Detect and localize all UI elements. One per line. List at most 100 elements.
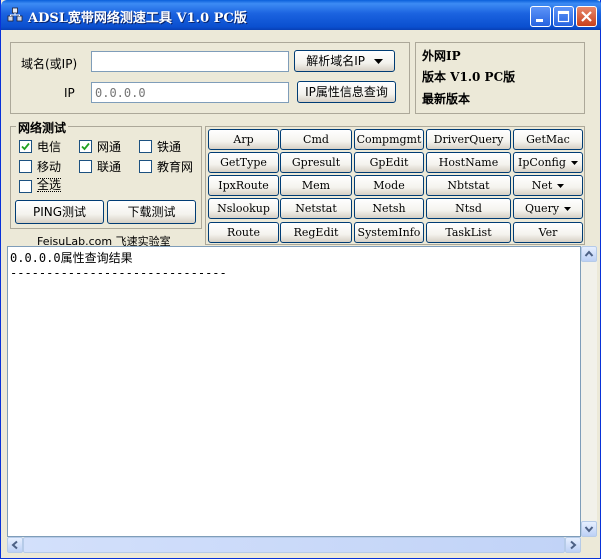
cmd-button-label: Arp <box>233 133 254 146</box>
cmd-button-net[interactable]: Net <box>513 175 583 196</box>
app-window: ADSL宽带网络测速工具 V1.0 PC版 域名(或IP) 解析域名IP IP … <box>0 0 601 559</box>
cmd-button-label: Net <box>531 179 553 192</box>
close-button[interactable] <box>576 6 597 27</box>
checkmark-icon <box>21 142 30 151</box>
title-bar[interactable]: ADSL宽带网络测速工具 V1.0 PC版 <box>1 0 601 30</box>
cmd-button-ipxroute[interactable]: IpxRoute <box>208 175 279 196</box>
checkmark-icon <box>81 142 90 151</box>
cmd-button-label: RegEdit <box>293 226 339 239</box>
external-ip-label: 外网IP <box>422 49 461 63</box>
cmd-button-getmac[interactable]: GetMac <box>513 129 583 150</box>
scroll-up-button[interactable] <box>581 246 597 262</box>
vertical-scrollbar[interactable] <box>581 246 597 537</box>
cmd-button-label: Mode <box>373 179 405 192</box>
dropdown-arrow-icon <box>373 59 383 64</box>
minimize-icon <box>536 19 543 22</box>
cmd-button-label: DriverQuery <box>433 133 504 146</box>
cmd-button-label: Ntsd <box>455 202 482 215</box>
dropdown-arrow-icon <box>570 161 578 165</box>
checkbox-option-6[interactable] <box>19 180 32 193</box>
chevron-up-icon <box>584 250 594 257</box>
cmd-button-label: GpEdit <box>369 156 409 169</box>
network-test-title: 网络测试 <box>16 119 69 136</box>
cmd-button-label: GetType <box>220 156 267 169</box>
scroll-down-button[interactable] <box>581 521 597 537</box>
window-title: ADSL宽带网络测速工具 V1.0 PC版 <box>28 11 247 26</box>
checkbox-option-label: 铁通 <box>157 140 182 154</box>
domain-label: 域名(或IP) <box>21 57 78 71</box>
cmd-button-ver[interactable]: Ver <box>513 222 583 243</box>
cmd-button-arp[interactable]: Arp <box>208 129 279 150</box>
chevron-left-icon <box>11 540 18 550</box>
resolve-domain-button[interactable]: 解析域名IP <box>294 50 395 72</box>
ip-info-query-button[interactable]: IP属性信息查询 <box>297 81 396 103</box>
cmd-button-mem[interactable]: Mem <box>280 175 352 196</box>
checkbox-option-4[interactable] <box>79 160 92 173</box>
resolve-domain-label: 解析域名IP <box>306 54 365 68</box>
minimize-button[interactable] <box>530 6 551 27</box>
cmd-button-label: Mem <box>301 179 331 192</box>
latest-version-label: 最新版本 <box>422 92 471 106</box>
dropdown-arrow-icon <box>557 184 565 188</box>
cmd-button-nbtstat[interactable]: Nbtstat <box>426 175 511 196</box>
maximize-icon <box>557 10 570 23</box>
cmd-button-label: Netsh <box>372 202 406 215</box>
cmd-button-regedit[interactable]: RegEdit <box>280 222 352 243</box>
close-icon <box>581 11 592 22</box>
horizontal-scrollbar[interactable] <box>7 537 581 553</box>
checkbox-option-label: 教育网 <box>157 160 194 174</box>
checkbox-option-label: 联通 <box>97 160 122 174</box>
checkbox-option-1[interactable] <box>79 140 92 153</box>
download-test-button[interactable]: 下载测试 <box>107 200 196 224</box>
checkbox-option-5[interactable] <box>139 160 152 173</box>
checkbox-option-0[interactable] <box>19 140 32 153</box>
cmd-button-label: Cmd <box>303 133 329 146</box>
checkbox-option-2[interactable] <box>139 140 152 153</box>
cmd-button-label: Compmgmt <box>356 133 422 146</box>
cmd-button-label: Gpresult <box>291 156 341 169</box>
cmd-button-driverquery[interactable]: DriverQuery <box>426 129 511 150</box>
ip-input[interactable] <box>91 82 289 103</box>
cmd-button-label: Query <box>524 202 560 215</box>
horizontal-scroll-thumb[interactable] <box>23 537 565 553</box>
cmd-button-query[interactable]: Query <box>513 198 583 219</box>
cmd-button-label: Nbtstat <box>447 179 490 192</box>
cmd-button-mode[interactable]: Mode <box>354 175 424 196</box>
ip-label: IP <box>64 86 75 100</box>
cmd-button-compmgmt[interactable]: Compmgmt <box>354 129 424 150</box>
checkbox-option-label: 全选 <box>37 178 62 192</box>
cmd-button-route[interactable]: Route <box>208 222 279 243</box>
cmd-button-gettype[interactable]: GetType <box>208 152 279 173</box>
cmd-button-label: TaskList <box>445 226 492 239</box>
scroll-right-button[interactable] <box>565 537 581 553</box>
cmd-button-label: GetMac <box>526 133 570 146</box>
checkbox-option-label: 电信 <box>37 140 62 154</box>
cmd-button-label: IpConfig <box>518 156 566 169</box>
chevron-right-icon <box>570 540 577 550</box>
cmd-button-ipconfig[interactable]: IpConfig <box>513 152 583 173</box>
cmd-button-hostname[interactable]: HostName <box>426 152 511 173</box>
checkbox-option-3[interactable] <box>19 160 32 173</box>
domain-input[interactable] <box>91 51 289 72</box>
cmd-button-cmd[interactable]: Cmd <box>280 129 352 150</box>
cmd-button-gpresult[interactable]: Gpresult <box>280 152 352 173</box>
cmd-button-nslookup[interactable]: Nslookup <box>208 198 279 219</box>
cmd-button-label: IpxRoute <box>218 179 269 192</box>
cmd-button-systeminfo[interactable]: SystemInfo <box>354 222 424 243</box>
cmd-button-label: Route <box>227 226 260 239</box>
cmd-button-netstat[interactable]: Netstat <box>280 198 352 219</box>
maximize-button[interactable] <box>553 6 574 27</box>
cmd-button-netsh[interactable]: Netsh <box>354 198 424 219</box>
cmd-button-gpedit[interactable]: GpEdit <box>354 152 424 173</box>
network-icon <box>7 7 23 22</box>
result-text: 0.0.0.0属性查询结果 --------------------------… <box>10 251 227 280</box>
cmd-button-label: SystemInfo <box>357 226 421 239</box>
ping-test-button[interactable]: PING测试 <box>15 200 104 224</box>
result-textarea[interactable]: 0.0.0.0属性查询结果 --------------------------… <box>7 246 581 537</box>
cmd-button-ntsd[interactable]: Ntsd <box>426 198 511 219</box>
cmd-button-label: Netstat <box>295 202 337 215</box>
checkbox-option-label: 网通 <box>97 140 122 154</box>
chevron-down-icon <box>584 526 594 533</box>
cmd-button-tasklist[interactable]: TaskList <box>426 222 511 243</box>
scroll-left-button[interactable] <box>7 537 23 553</box>
